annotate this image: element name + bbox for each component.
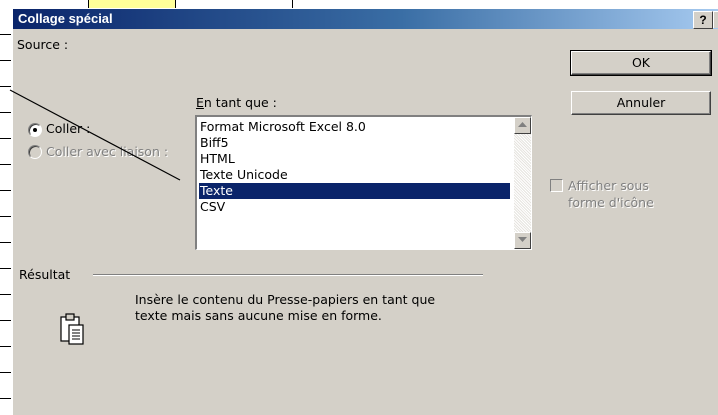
- row-gridline: [0, 372, 11, 373]
- list-scrollbar[interactable]: [514, 117, 531, 249]
- row-gridline: [0, 34, 11, 35]
- display-as-icon-label-line2[interactable]: forme d'icône: [568, 195, 654, 210]
- scroll-up-icon: [518, 122, 527, 127]
- row-gridline: [0, 86, 11, 87]
- row-gridline: [0, 138, 11, 139]
- scroll-down-button[interactable]: [514, 232, 531, 249]
- help-icon: ?: [699, 13, 707, 27]
- row-gridline: [0, 242, 11, 243]
- row-gridline: [0, 320, 11, 321]
- cancel-button[interactable]: Annuler: [571, 91, 711, 115]
- list-item-selected[interactable]: Texte: [199, 183, 510, 199]
- highlighted-cell[interactable]: [88, 0, 176, 8]
- row-gridline: [0, 190, 11, 191]
- list-item[interactable]: Texte Unicode: [199, 167, 510, 183]
- row-gridline: [0, 268, 11, 269]
- paste-link-radio[interactable]: [28, 145, 42, 159]
- display-as-icon-label-line1[interactable]: Afficher sous: [568, 178, 649, 193]
- row-gridline: [0, 216, 11, 217]
- row-gridline: [0, 60, 11, 61]
- row-gridline: [0, 346, 11, 347]
- dialog-titlebar[interactable]: Collage spécial ?: [13, 9, 718, 29]
- as-label: En tant que :: [196, 95, 277, 110]
- row-gridline: [0, 294, 11, 295]
- row-gridline: [0, 398, 11, 399]
- radio-selected-dot: [33, 128, 37, 132]
- result-description: Insère le contenu du Presse-papiers en t…: [135, 292, 436, 323]
- display-as-icon-checkbox[interactable]: [550, 179, 563, 192]
- paste-option-label[interactable]: Coller :: [46, 121, 90, 136]
- paste-radio[interactable]: [28, 123, 42, 137]
- list-item[interactable]: CSV: [199, 199, 510, 215]
- dialog-title: Collage spécial: [18, 11, 113, 26]
- list-item[interactable]: Biff5: [199, 135, 510, 151]
- result-label: Résultat: [19, 267, 71, 282]
- as-label-rest: n tant que :: [203, 95, 277, 110]
- close-button[interactable]: [713, 11, 718, 28]
- as-label-accesskey: E: [196, 95, 204, 110]
- scroll-down-icon: [518, 237, 527, 242]
- row-gridline: [0, 112, 11, 113]
- source-label: Source :: [17, 37, 69, 52]
- result-divider: [93, 274, 483, 276]
- list-item[interactable]: Format Microsoft Excel 8.0: [199, 119, 510, 135]
- row-gridline: [0, 164, 11, 165]
- list-item[interactable]: HTML: [199, 151, 510, 167]
- clipboard-icon: [60, 313, 84, 345]
- scroll-up-button[interactable]: [514, 117, 531, 134]
- ok-button[interactable]: OK: [570, 50, 712, 76]
- paste-special-dialog: Collage spécial ? Source : En tant que :…: [12, 8, 718, 415]
- format-listbox[interactable]: Format Microsoft Excel 8.0 Biff5 HTML Te…: [195, 115, 532, 250]
- help-button[interactable]: ?: [693, 11, 713, 29]
- paste-link-option-label[interactable]: Coller avec liaison :: [46, 144, 168, 159]
